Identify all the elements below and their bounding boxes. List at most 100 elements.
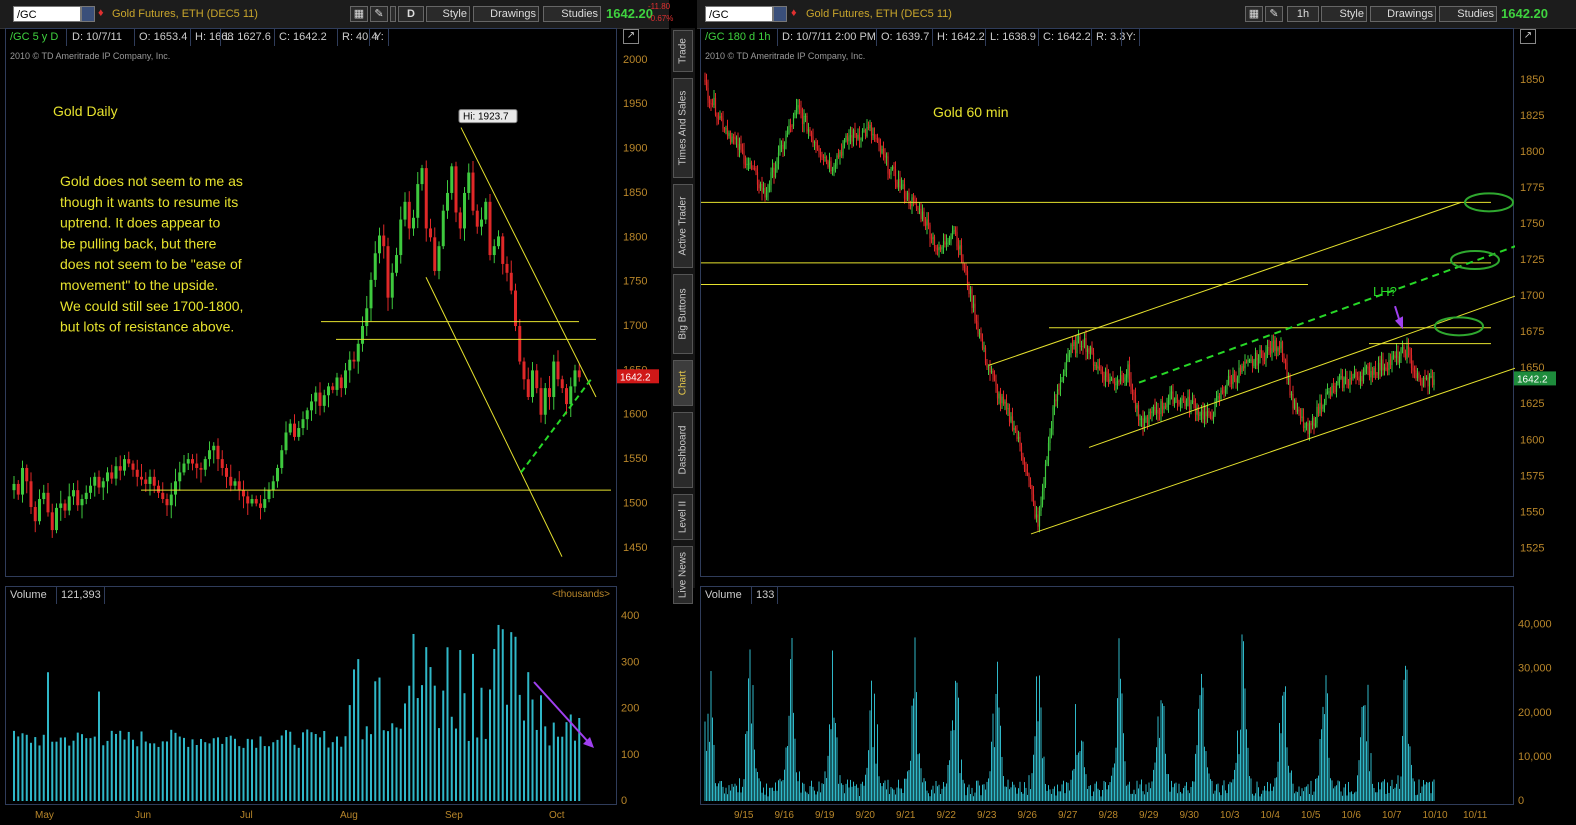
hourly-volume-bar: [1225, 790, 1226, 801]
right-volume-panel[interactable]: Volume 133: [700, 586, 1514, 805]
hourly-candle-body: [758, 184, 760, 189]
hourly-volume-bar: [893, 789, 895, 801]
hourly-candle-body: [1256, 352, 1258, 366]
hourly-candle-body: [1167, 400, 1170, 405]
hourly-volume-bar: [716, 786, 718, 801]
hourly-candle-body: [968, 286, 970, 294]
hourly-candle-body: [969, 288, 972, 294]
hourly-candle-body: [1077, 336, 1080, 341]
left-drawings-button[interactable]: Drawings: [473, 6, 539, 22]
hourly-candle-body: [735, 138, 738, 140]
left-symbol-input[interactable]: /GC: [13, 6, 81, 22]
right-symbol-dropdown[interactable]: [773, 6, 787, 22]
left-period-button[interactable]: D: [398, 6, 424, 22]
tab-trade[interactable]: Trade: [673, 30, 693, 72]
left-volume-panel[interactable]: Volume 121,393 <thousands>: [5, 586, 617, 805]
hourly-candle-body: [1203, 411, 1206, 420]
daily-candle-body: [369, 279, 373, 309]
hourly-candle-body: [1115, 383, 1117, 386]
daily-candle-body: [390, 272, 394, 298]
daily-candle-body: [114, 466, 118, 479]
right-symbol-input[interactable]: /GC: [705, 6, 773, 22]
daily-volume-bar: [30, 742, 32, 801]
hourly-candle-body: [921, 211, 924, 220]
left-wrench-icon[interactable]: ✎: [370, 6, 388, 22]
hourly-candle-body: [708, 100, 711, 103]
daily-volume-bar: [93, 736, 96, 801]
hourly-candle-body: [884, 154, 886, 158]
daily-candle-body: [263, 499, 267, 508]
left-symbol-dropdown[interactable]: [81, 6, 95, 22]
right-wrench-icon[interactable]: ✎: [1265, 6, 1283, 22]
hourly-volume-bar: [1193, 781, 1195, 801]
hourly-candle-body: [1032, 494, 1035, 503]
daily-candle-body: [208, 450, 211, 460]
hourly-candle-body: [1020, 446, 1023, 456]
hourly-candle-body: [734, 136, 736, 140]
hourly-volume-bar: [1235, 762, 1237, 801]
tab-active-trader[interactable]: Active Trader: [673, 184, 693, 268]
hourly-candle-body: [995, 379, 997, 386]
hourly-volume-bar: [1319, 739, 1321, 801]
daily-candle-body: [446, 192, 449, 211]
left-style-button[interactable]: Style: [426, 6, 470, 22]
daily-annotation-line: We could still see 1700-1800,: [60, 298, 243, 314]
hourly-volume-bar: [1216, 784, 1217, 801]
hourly-candle-body: [987, 366, 990, 368]
hourly-candle-body: [789, 125, 792, 127]
hourly-volume-bar: [953, 730, 955, 801]
hourly-candle-body: [1103, 375, 1105, 381]
hourly-volume-bar: [1021, 792, 1022, 801]
hourly-volume-bar: [793, 712, 794, 801]
hourly-volume-bar: [1103, 780, 1105, 801]
right-x-tick-label: 10/7: [1382, 810, 1402, 821]
tab-level-ii[interactable]: Level II: [673, 494, 693, 540]
daily-candle-body: [399, 219, 403, 256]
hourly-volume-bar: [707, 713, 709, 801]
right-period-button[interactable]: 1h: [1287, 6, 1319, 22]
hourly-candle-body: [897, 179, 900, 188]
right-studies-button[interactable]: Studies: [1439, 6, 1497, 22]
right-link-icon[interactable]: ♦: [791, 7, 797, 19]
hourly-volume-bar: [974, 792, 976, 801]
left-x-tick-label: May: [35, 810, 54, 821]
left-grid-icon[interactable]: ▦: [350, 6, 368, 22]
hourly-candle-body: [1307, 423, 1309, 435]
left-link-icon[interactable]: ♦: [98, 7, 104, 19]
right-drawings-button[interactable]: Drawings: [1370, 6, 1436, 22]
hourly-candle-body: [1059, 380, 1062, 390]
hourly-candle-body: [1394, 355, 1396, 359]
hourly-candle-body: [1071, 344, 1074, 347]
tab-dashboard[interactable]: Dashboard: [673, 412, 693, 488]
hourly-candle-body: [1278, 348, 1281, 350]
hourly-volume-bar: [1397, 775, 1399, 801]
daily-candle-body: [161, 492, 165, 500]
hourly-volume-bar: [1255, 793, 1256, 801]
right-grid-icon[interactable]: ▦: [1245, 6, 1263, 22]
tab-times-and-sales[interactable]: Times And Sales: [673, 78, 693, 178]
daily-candle-body: [505, 263, 509, 273]
daily-volume-bar: [306, 729, 309, 801]
hourly-candle-body: [1254, 352, 1257, 361]
hourly-candle-body: [1089, 347, 1092, 354]
right-price-panel[interactable]: /GC 180 d 1h D: 10/7/11 2:00 PM O: 1639.…: [700, 28, 1515, 577]
tab-live-news[interactable]: Live News: [673, 546, 693, 604]
daily-candle-body: [488, 201, 492, 256]
hourly-candle-body: [1373, 367, 1375, 375]
tab-chart[interactable]: Chart: [673, 360, 693, 406]
hourly-volume-bar: [995, 693, 997, 801]
left-price-panel[interactable]: /GC 5 y D D: 10/7/11 O: 1653.4 H: 1668 L…: [5, 28, 617, 577]
left-zoom-icon[interactable]: [390, 6, 396, 22]
hourly-candle-body: [1298, 409, 1300, 411]
daily-candle-body: [80, 499, 84, 506]
hourly-volume-bar: [917, 754, 919, 801]
hourly-volume-bar: [790, 659, 791, 801]
hourly-volume-bar: [1258, 787, 1259, 801]
right-x-tick-label: 10/6: [1342, 810, 1362, 821]
right-style-button[interactable]: Style: [1321, 6, 1367, 22]
left-studies-button[interactable]: Studies: [543, 6, 601, 22]
daily-volume-bar: [433, 685, 436, 801]
hourly-candle-body: [1388, 359, 1390, 371]
daily-volume-bar: [149, 743, 151, 801]
tab-big-buttons[interactable]: Big Buttons: [673, 274, 693, 354]
